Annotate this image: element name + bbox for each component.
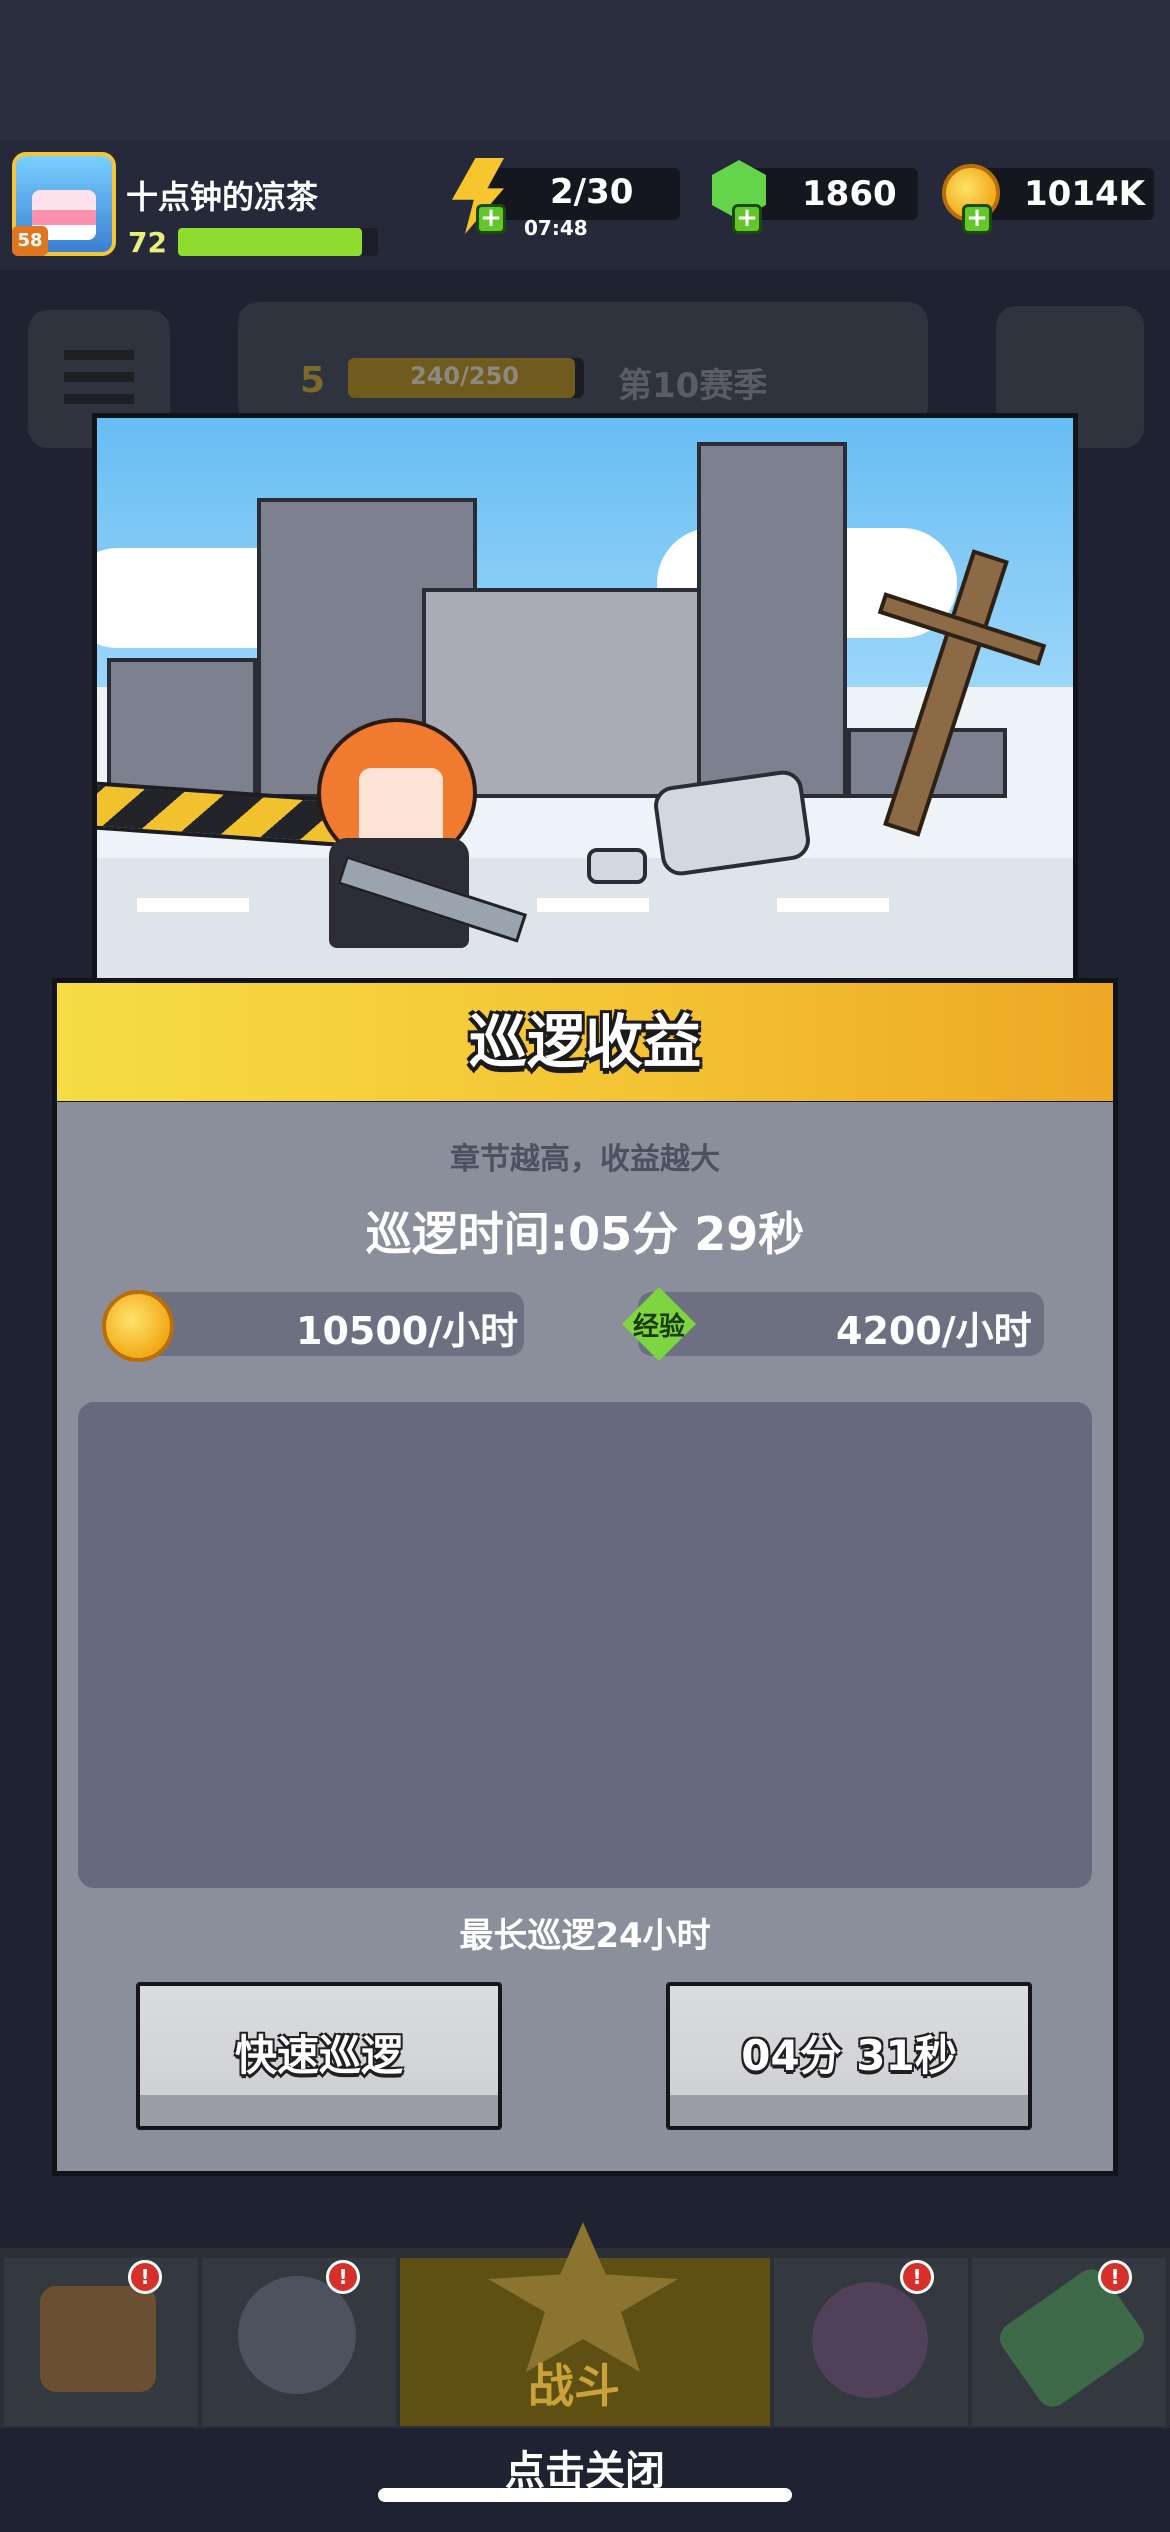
lane-marking [537,898,649,912]
season-label: 第10赛季 [618,366,768,406]
lane-marking [137,898,249,912]
gem-value: 1860 [802,174,897,214]
hero-face [359,768,443,848]
building [107,658,257,798]
rock [587,848,647,884]
quick-patrol-button[interactable]: 快速巡逻 [136,1982,502,2130]
season-progress-text: 240/250 [410,362,519,390]
home-indicator[interactable] [378,2488,792,2502]
shop-icon [40,2286,156,2392]
gold-coin-icon [102,1290,174,1362]
lane-marking [777,898,889,912]
building [697,442,847,798]
claim-timer-button[interactable]: 04分 31秒 [666,1982,1032,2130]
equipment-alert-badge: ! [326,2260,360,2294]
menu-icon [64,350,134,360]
status-bar [0,0,1170,140]
max-patrol-text: 最长巡逻24小时 [459,1916,711,1956]
battle-label: 战斗 [528,2359,620,2413]
season-level: 5 [300,360,326,401]
player-avatar[interactable]: 58 [12,152,116,256]
modal-title: 巡逻收益 [468,1008,701,1076]
add-gem-button[interactable]: + [732,204,762,234]
patrol-scene-illustration [92,413,1078,983]
gold-rate: 10500/小时 [296,1309,519,1353]
exp-rate: 4200/小时 [836,1309,1032,1353]
avatar-level-badge: 58 [12,226,48,256]
reward-area [78,1402,1092,1888]
talent-icon [812,2282,928,2398]
equipment-icon [238,2276,356,2394]
add-energy-button[interactable]: + [476,204,506,234]
patrol-time: 巡逻时间:05分 29秒 [365,1207,805,1261]
energy-value: 2/30 [550,172,634,212]
energy-timer: 07:48 [524,216,588,240]
player-name: 十点钟的凉茶 [126,178,319,216]
player-level: 72 [128,226,167,259]
talent-alert-badge: ! [900,2260,934,2294]
exp-label: 经验 [632,1312,685,1342]
evolution-alert-badge: ! [1098,2260,1132,2294]
gold-value: 1014K [1024,174,1145,214]
xp-bar-fill [178,228,362,256]
xp-bar [178,228,378,256]
modal-subtitle: 章节越高，收益越大 [450,1142,720,1177]
shop-alert-badge: ! [128,2260,162,2294]
add-gold-button[interactable]: + [962,204,992,234]
